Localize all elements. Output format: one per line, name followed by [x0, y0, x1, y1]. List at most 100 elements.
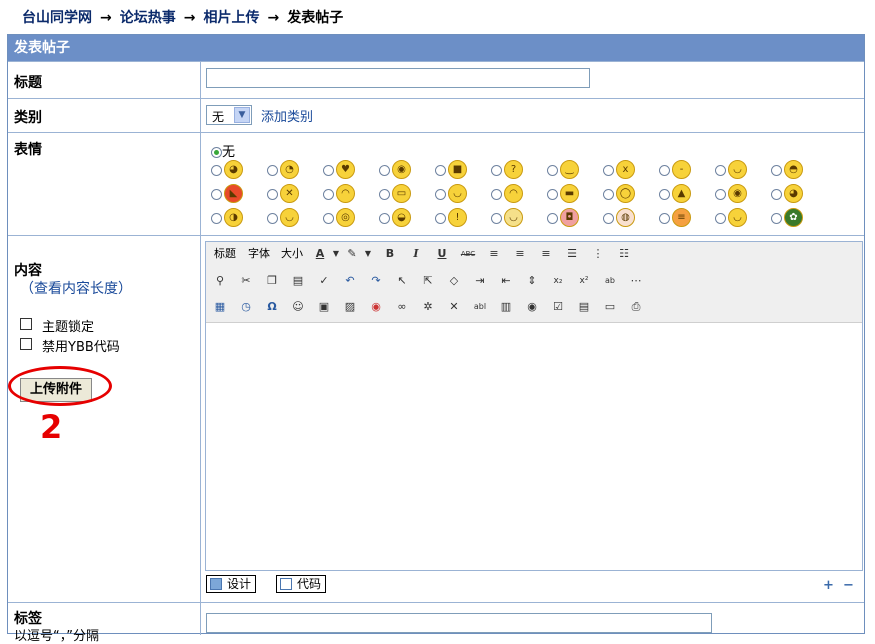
emoticon-radio[interactable] [603, 165, 614, 176]
emoticon-radio[interactable] [435, 165, 446, 176]
heading-dropdown[interactable]: 标题 [212, 245, 238, 263]
emoticon-radio[interactable] [715, 189, 726, 200]
chevron-down-icon[interactable]: ▼ [234, 107, 250, 123]
highlight-color-icon[interactable]: ✎ [344, 246, 360, 262]
indent-icon[interactable]: ⇥ [472, 273, 488, 289]
emoticon-radio[interactable] [603, 213, 614, 224]
emoticon-radio[interactable] [267, 189, 278, 200]
eraser-icon[interactable]: ◇ [446, 273, 462, 289]
emoticon-radio[interactable] [379, 189, 390, 200]
disable-ybb-checkbox[interactable] [20, 338, 32, 350]
find-icon[interactable]: ⚲ [212, 273, 228, 289]
emoticon-radio[interactable] [323, 213, 334, 224]
emoticon-radio[interactable] [603, 189, 614, 200]
minus-icon[interactable]: − [843, 578, 854, 593]
emoticon-option[interactable]: ◠ [323, 183, 379, 207]
size-dropdown[interactable]: 大小 [278, 245, 306, 263]
chevron-down-icon[interactable]: ▼ [360, 246, 376, 262]
justify-icon[interactable]: ☰ [564, 246, 580, 262]
emoticon-option[interactable]: ◡ [435, 183, 491, 207]
ordered-list-icon[interactable]: ⋮ [590, 246, 606, 262]
emoticon-option[interactable]: ◯ [603, 183, 659, 207]
breadcrumb-item-site[interactable]: 台山同学网 [22, 10, 92, 26]
emoticon-option[interactable]: ◕ [211, 159, 267, 183]
breadcrumb-item-board[interactable]: 相片上传 [203, 10, 259, 26]
emoticon-radio[interactable] [771, 189, 782, 200]
listbox-icon[interactable]: ▤ [576, 299, 592, 315]
emoticon-radio[interactable] [771, 165, 782, 176]
emoticon-option[interactable]: ◣ [211, 183, 267, 207]
code-mode-tab[interactable]: 代码 [276, 575, 327, 593]
clean-format-icon[interactable]: ✓ [316, 273, 332, 289]
redo-icon[interactable]: ↷ [368, 273, 384, 289]
emoticon-radio[interactable] [715, 165, 726, 176]
emoticon-option[interactable]: ‿ [547, 159, 603, 183]
emotion-none-option[interactable]: 无 [211, 141, 235, 160]
emoticon-radio[interactable] [547, 189, 558, 200]
emoticon-radio[interactable] [211, 213, 222, 224]
emoticon-option[interactable]: x [603, 159, 659, 183]
checkbox-icon[interactable]: ☑ [550, 299, 566, 315]
media-icon[interactable]: ◉ [368, 299, 384, 315]
emoticon-option[interactable]: ◕ [771, 183, 827, 207]
bold-icon[interactable]: B [382, 246, 398, 262]
special-char-icon[interactable]: Ω [264, 299, 280, 315]
radio-icon[interactable]: ◉ [524, 299, 540, 315]
unlink-icon[interactable]: ✲ [420, 299, 436, 315]
emoticon-option[interactable]: ◉ [715, 183, 771, 207]
emoticon-option[interactable]: ◡ [715, 207, 771, 231]
emoticon-option[interactable]: ◍ [603, 207, 659, 231]
emoticon-radio[interactable] [491, 189, 502, 200]
emoticon-option[interactable]: ◑ [211, 207, 267, 231]
emoticon-radio[interactable] [491, 213, 502, 224]
emoticon-option[interactable]: ▬ [547, 183, 603, 207]
emoticon-radio[interactable] [211, 165, 222, 176]
design-mode-tab[interactable]: 设计 [206, 575, 257, 593]
cut-icon[interactable]: ✂ [238, 273, 254, 289]
emoticon-option[interactable]: ◒ [379, 207, 435, 231]
emoticon-radio[interactable] [491, 165, 502, 176]
category-select[interactable]: 无 ▼ [206, 105, 252, 125]
align-right-icon[interactable]: ≡ [538, 246, 554, 262]
undo-icon[interactable]: ↶ [342, 273, 358, 289]
emoticon-option[interactable]: - [659, 159, 715, 183]
copy-icon[interactable]: ❐ [264, 273, 280, 289]
strikethrough-icon[interactable]: ABC [460, 246, 476, 262]
calendar-icon[interactable]: ▦ [212, 299, 228, 315]
emoticon-radio[interactable] [379, 213, 390, 224]
emoticon-radio[interactable] [659, 165, 670, 176]
emoticon-radio[interactable] [547, 165, 558, 176]
emoticon-option[interactable]: ◡ [267, 207, 323, 231]
emoticon-option[interactable]: ♥ [323, 159, 379, 183]
emoticon-option[interactable]: ■ [435, 159, 491, 183]
emoticon-radio[interactable] [659, 189, 670, 200]
clock-icon[interactable]: ◷ [238, 299, 254, 315]
subscript-icon[interactable]: x₂ [550, 273, 566, 289]
emoticon-radio[interactable] [379, 165, 390, 176]
emoticon-radio[interactable] [267, 213, 278, 224]
chevron-down-icon[interactable]: ▼ [328, 246, 344, 262]
link-icon[interactable]: ∞ [394, 299, 410, 315]
paste-icon[interactable]: ▤ [290, 273, 306, 289]
textbox-icon[interactable]: abl [472, 299, 488, 315]
image-icon[interactable]: ▨ [342, 299, 358, 315]
font-color-icon[interactable]: A [312, 246, 328, 262]
emotion-none-radio[interactable] [211, 147, 222, 158]
lock-topic-checkbox[interactable] [20, 318, 32, 330]
emoticon-radio[interactable] [323, 165, 334, 176]
emoticon-option[interactable]: ◡ [491, 207, 547, 231]
emoticon-option[interactable]: ▭ [379, 183, 435, 207]
delete-icon[interactable]: ✕ [446, 299, 462, 315]
emoticon-option[interactable]: ◠ [491, 183, 547, 207]
add-category-link[interactable]: 添加类别 [261, 106, 313, 125]
emoticon-radio[interactable] [547, 213, 558, 224]
emoticon-option[interactable]: ✿ [771, 207, 827, 231]
emoticon-radio[interactable] [771, 213, 782, 224]
emoticon-option[interactable]: ▲ [659, 183, 715, 207]
emoticon-option[interactable]: ◘ [547, 207, 603, 231]
content-length-link[interactable]: （查看内容长度） [20, 278, 132, 298]
select-all-icon[interactable]: ⇱ [420, 273, 436, 289]
spellcheck-icon[interactable]: ab [602, 273, 618, 289]
breadcrumb-item-forum[interactable]: 论坛热事 [120, 10, 176, 26]
emoticon-radio[interactable] [715, 213, 726, 224]
